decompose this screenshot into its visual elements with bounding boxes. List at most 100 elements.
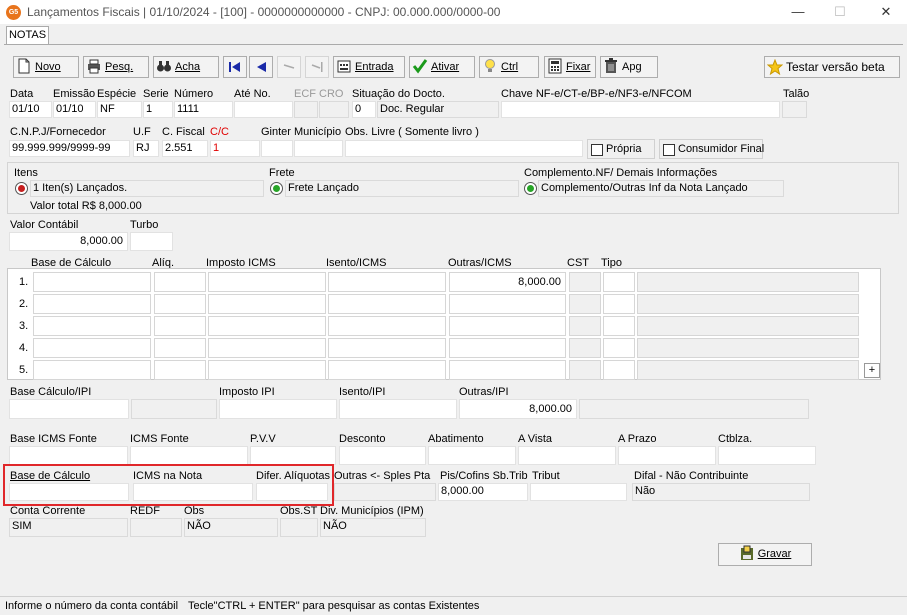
grid-cell-aliq[interactable] bbox=[154, 338, 206, 358]
emissao-field[interactable]: 01/10 bbox=[53, 101, 96, 118]
grid-cell-imposto[interactable] bbox=[208, 316, 326, 336]
grid-cell-isento[interactable] bbox=[328, 338, 446, 358]
situacao-code-field[interactable]: 0 bbox=[352, 101, 376, 118]
cnpj-field[interactable]: 99.999.999/9999-99 bbox=[9, 140, 130, 157]
last-record-button[interactable] bbox=[305, 56, 329, 78]
grid-cell-cst[interactable] bbox=[569, 272, 601, 292]
turbo-field[interactable] bbox=[130, 232, 173, 251]
propria-checkbox-group[interactable]: Própria bbox=[587, 139, 655, 159]
grid-cell-isento[interactable] bbox=[328, 294, 446, 314]
grid-cell-base[interactable] bbox=[33, 316, 151, 336]
ginter-field[interactable] bbox=[261, 140, 293, 157]
chave-field[interactable] bbox=[501, 101, 780, 118]
maximize-icon[interactable]: ☐ bbox=[825, 3, 855, 21]
grid-cell-base[interactable] bbox=[33, 338, 151, 358]
add-row-button[interactable]: + bbox=[864, 363, 880, 378]
aprazo-field[interactable] bbox=[618, 446, 716, 465]
first-record-button[interactable] bbox=[223, 56, 247, 78]
ctblza-field[interactable] bbox=[718, 446, 816, 465]
grid-cell-extra bbox=[637, 338, 859, 358]
prev-record-button[interactable] bbox=[249, 56, 273, 78]
row-number: 2. bbox=[19, 298, 29, 310]
grid-cell-outras[interactable] bbox=[449, 316, 566, 336]
imposto-ipi-field[interactable] bbox=[219, 399, 337, 419]
grid-cell-isento[interactable] bbox=[328, 272, 446, 292]
abatimento-field[interactable] bbox=[428, 446, 516, 465]
especie-field[interactable]: NF bbox=[97, 101, 142, 118]
acha-button[interactable]: Acha bbox=[153, 56, 219, 78]
grid-cell-imposto[interactable] bbox=[208, 272, 326, 292]
conta-corrente-label: Conta Corrente bbox=[10, 505, 86, 517]
consumidor-checkbox-group[interactable]: Consumidor Final bbox=[659, 139, 764, 159]
outras-ipi-field[interactable]: 8,000.00 bbox=[459, 399, 577, 419]
base-ipi-field[interactable] bbox=[9, 399, 129, 419]
close-icon[interactable]: ✕ bbox=[871, 3, 901, 21]
valor-contabil-field[interactable]: 8,000.00 bbox=[9, 232, 128, 251]
grid-cell-cst[interactable] bbox=[569, 360, 601, 380]
cc-field[interactable]: 1 bbox=[210, 140, 260, 157]
propria-checkbox[interactable] bbox=[591, 144, 603, 156]
grid-cell-imposto[interactable] bbox=[208, 294, 326, 314]
icms-fonte-field[interactable] bbox=[130, 446, 248, 465]
novo-button[interactable]: Novo bbox=[13, 56, 79, 78]
grid-cell-tipo[interactable] bbox=[603, 272, 635, 292]
isento-ipi-field[interactable] bbox=[339, 399, 457, 419]
grid-cell-base[interactable] bbox=[33, 272, 151, 292]
itens-label: Itens bbox=[14, 167, 38, 179]
ctrl-button[interactable]: Ctrl bbox=[479, 56, 539, 78]
desconto-field[interactable] bbox=[339, 446, 426, 465]
pis-cofins-field[interactable]: 8,000.00 bbox=[438, 483, 528, 501]
cfiscal-field[interactable]: 2.551 bbox=[162, 140, 208, 157]
next-record-button[interactable] bbox=[277, 56, 301, 78]
grid-cell-imposto[interactable] bbox=[208, 360, 326, 380]
grid-cell-tipo[interactable] bbox=[603, 338, 635, 358]
grid-cell-outras[interactable] bbox=[449, 360, 566, 380]
municipio-field[interactable] bbox=[294, 140, 343, 157]
obs-livre-field[interactable] bbox=[345, 140, 583, 157]
gravar-button[interactable]: Gravar bbox=[718, 543, 812, 566]
abatimento-label: Abatimento bbox=[428, 433, 484, 445]
ate-field[interactable] bbox=[234, 101, 293, 118]
grid-cell-tipo[interactable] bbox=[603, 294, 635, 314]
grid-cell-isento[interactable] bbox=[328, 316, 446, 336]
grid-cell-cst[interactable] bbox=[569, 316, 601, 336]
conta-corrente-field: SIM bbox=[9, 518, 128, 537]
minimize-icon[interactable]: — bbox=[783, 3, 813, 21]
difal-nao-contrib-label: Difal - Não Contribuinte bbox=[634, 470, 749, 482]
grid-cell-outras[interactable]: 8,000.00 bbox=[449, 272, 566, 292]
grid-cell-outras[interactable] bbox=[449, 338, 566, 358]
uf-field[interactable]: RJ bbox=[133, 140, 159, 157]
situacao-desc-field: Doc. Regular bbox=[377, 101, 499, 118]
frete-label: Frete bbox=[269, 167, 295, 179]
base-icms-fonte-field[interactable] bbox=[9, 446, 128, 465]
grid-cell-cst[interactable] bbox=[569, 294, 601, 314]
fixar-button[interactable]: Fixar bbox=[544, 56, 596, 78]
grid-cell-aliq[interactable] bbox=[154, 294, 206, 314]
grid-cell-tipo[interactable] bbox=[603, 316, 635, 336]
entrada-button[interactable]: Entrada bbox=[333, 56, 405, 78]
grid-cell-cst[interactable] bbox=[569, 338, 601, 358]
grid-cell-tipo[interactable] bbox=[603, 360, 635, 380]
grid-cell-base[interactable] bbox=[33, 294, 151, 314]
grid-cell-aliq[interactable] bbox=[154, 272, 206, 292]
consumidor-checkbox[interactable] bbox=[663, 144, 675, 156]
grid-cell-imposto[interactable] bbox=[208, 338, 326, 358]
apg-button[interactable]: Apg bbox=[600, 56, 658, 78]
frete-status-icon bbox=[270, 182, 283, 195]
grid-cell-aliq[interactable] bbox=[154, 360, 206, 380]
ativar-button[interactable]: Ativar bbox=[409, 56, 475, 78]
propria-label: Própria bbox=[606, 143, 642, 155]
tab-notas[interactable]: NOTAS bbox=[6, 26, 49, 44]
grid-cell-aliq[interactable] bbox=[154, 316, 206, 336]
serie-field[interactable]: 1 bbox=[143, 101, 173, 118]
pesq-button[interactable]: Pesq. bbox=[83, 56, 149, 78]
pvv-field[interactable] bbox=[250, 446, 336, 465]
data-field[interactable]: 01/10 bbox=[9, 101, 52, 118]
grid-cell-isento[interactable] bbox=[328, 360, 446, 380]
testar-beta-button[interactable]: Testar versão beta bbox=[764, 56, 900, 78]
grid-cell-outras[interactable] bbox=[449, 294, 566, 314]
grid-cell-base[interactable] bbox=[33, 360, 151, 380]
tribut-field[interactable] bbox=[530, 483, 627, 501]
avista-field[interactable] bbox=[518, 446, 616, 465]
numero-field[interactable]: 1111 bbox=[174, 101, 233, 118]
